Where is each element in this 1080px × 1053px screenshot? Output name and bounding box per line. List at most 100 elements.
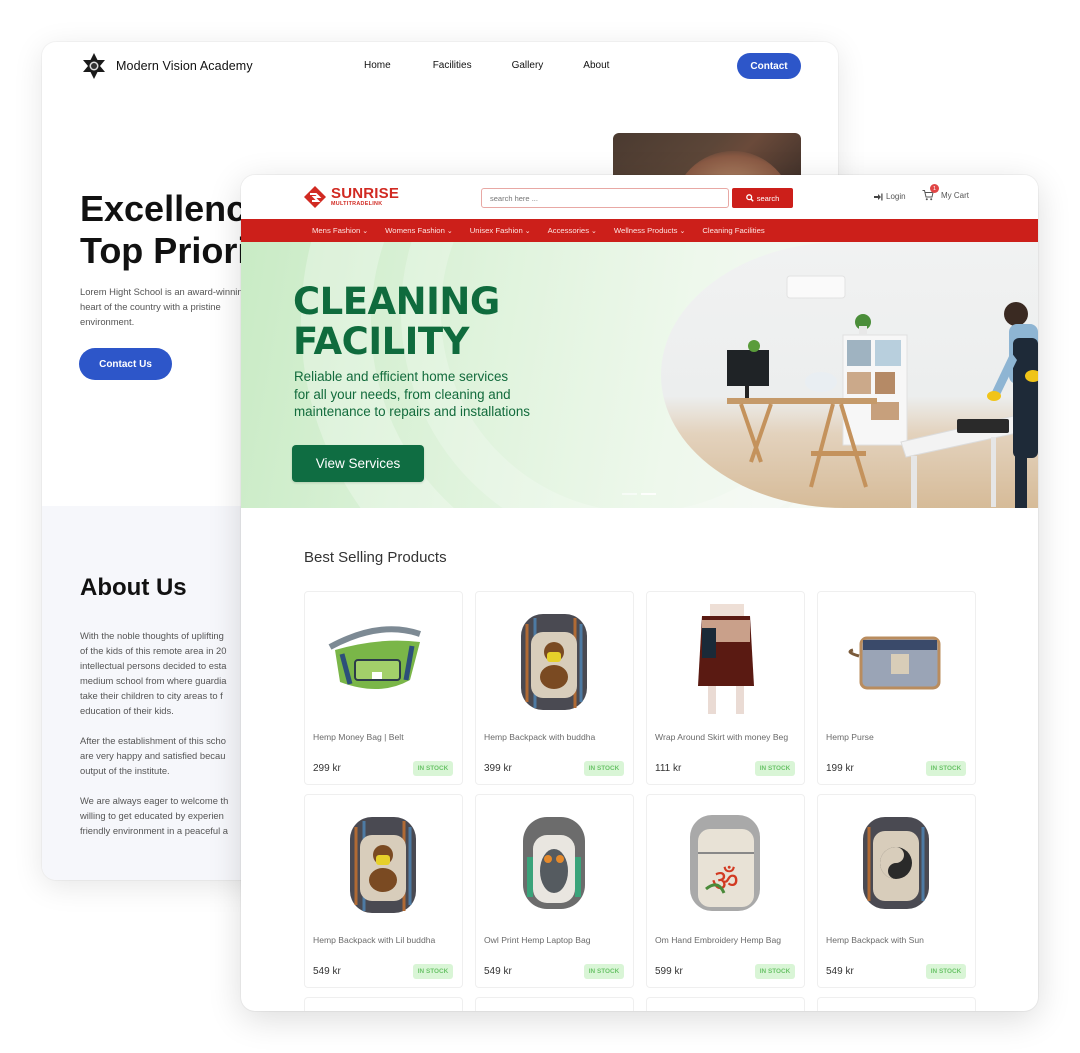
category-cleaning-facilities[interactable]: Cleaning Facilities (702, 226, 764, 235)
chevron-down-icon: ⌄ (446, 227, 453, 235)
about-line: We are always eager to welcome th (80, 795, 229, 806)
product-image-om-backpack[interactable]: ॐ (662, 805, 789, 920)
about-line: output of the institute. (80, 765, 170, 776)
category-unisex-fashion[interactable]: Unisex Fashion ⌄ (470, 226, 531, 235)
about-paragraph-3: We are always eager to welcome th willin… (80, 793, 228, 838)
carousel-indicators (622, 493, 656, 495)
stock-badge: IN STOCK (413, 761, 453, 776)
brand-name: SUNRISE (331, 185, 400, 202)
star-crest-icon (83, 53, 105, 79)
banner-title-line: CLEANING (293, 280, 500, 323)
stock-badge: IN STOCK (584, 761, 624, 776)
sunrise-logo[interactable]: SUNRISE MULTITRADELINK (303, 185, 399, 209)
shop-header: SUNRISE MULTITRADELINK search Login (241, 175, 1038, 219)
about-line: willing to get educated by experien (80, 810, 224, 821)
product-name[interactable]: Wrap Around Skirt with money Beg (655, 732, 800, 743)
about-line: intellectual persons decided to esta (80, 660, 227, 671)
school-menu: Home Facilities Gallery About (364, 60, 609, 71)
banner-subtitle-line: maintenance to repairs and installations (294, 404, 530, 419)
product-name[interactable]: Hemp Purse (826, 732, 971, 743)
sunrise-logo-icon (304, 186, 326, 208)
chevron-down-icon: ⌄ (591, 227, 597, 235)
cart-link[interactable]: 1 My Cart (922, 184, 969, 201)
product-card[interactable]: Hemp Backpack with Lil buddha 549 kr IN ST… (304, 794, 463, 988)
product-image-owl-backpack[interactable] (491, 805, 618, 920)
nav-about[interactable]: About (583, 60, 609, 71)
product-price: 549 kr (826, 966, 854, 977)
stock-badge: IN STOCK (755, 964, 795, 979)
about-paragraph-1: With the noble thoughts of uplifting of … (80, 628, 226, 718)
product-name[interactable]: Om Hand Embroidery Hemp Bag (655, 935, 800, 946)
nav-facilities[interactable]: Facilities (433, 60, 472, 71)
product-name[interactable]: Hemp Backpack with Lil buddha (313, 935, 458, 946)
login-link[interactable]: Login (874, 192, 906, 201)
carousel-dot[interactable] (622, 493, 637, 495)
category-label: Accessories (547, 226, 590, 235)
product-image-purse[interactable] (833, 602, 960, 717)
stock-badge: IN STOCK (926, 964, 966, 979)
stock-badge: IN STOCK (755, 761, 795, 776)
product-price: 599 kr (655, 966, 683, 977)
product-name[interactable]: Hemp Backpack with Sun (826, 935, 971, 946)
banner-photo-cleaning-office (661, 242, 1038, 508)
carousel-dot-active[interactable] (641, 493, 656, 495)
category-nav: Mens Fashion ⌄ Womens Fashion ⌄ Unisex Fashi… (241, 219, 1038, 242)
product-card-partial[interactable] (304, 997, 463, 1011)
contact-us-button[interactable]: Contact Us (79, 348, 172, 380)
product-card-partial[interactable] (646, 997, 805, 1011)
product-image-buddha-backpack[interactable] (320, 805, 447, 920)
banner-subtitle-line: Reliable and efficient home services (294, 369, 509, 384)
about-line: take their children to city areas to f (80, 690, 223, 701)
nav-gallery[interactable]: Gallery (512, 60, 544, 71)
about-line: are very happy and satisfied becau (80, 750, 226, 761)
contact-button[interactable]: Contact (737, 53, 801, 79)
category-mens-fashion[interactable]: Mens Fashion ⌄ (312, 226, 368, 235)
product-price: 299 kr (313, 763, 341, 774)
search-button[interactable]: search (732, 188, 793, 208)
category-label: Womens Fashion (385, 226, 445, 235)
product-image-buddha-backpack[interactable] (491, 602, 618, 717)
product-card-partial[interactable] (475, 997, 634, 1011)
product-card[interactable]: Hemp Backpack with buddha 399 kr IN STOCK (475, 591, 634, 785)
stock-badge: IN STOCK (413, 964, 453, 979)
nav-home[interactable]: Home (364, 60, 391, 71)
cart-count-badge: 1 (930, 184, 939, 193)
product-image-belt-bag[interactable] (320, 602, 447, 717)
view-services-button[interactable]: View Services (292, 445, 424, 482)
product-card[interactable]: ॐ Om Hand Embroidery Hemp Bag 599 kr IN STO… (646, 794, 805, 988)
category-accessories[interactable]: Accessories ⌄ (548, 226, 597, 235)
product-price: 399 kr (484, 763, 512, 774)
cleaning-scene-illustration (727, 275, 1038, 508)
search-input[interactable] (481, 188, 729, 208)
school-navbar: Modern Vision Academy Home Facilities Ga… (42, 42, 838, 92)
product-image-sun-backpack[interactable] (833, 805, 960, 920)
hero-banner: CLEANING FACILITY Reliable and efficient… (241, 242, 1038, 508)
about-paragraph-2: After the establishment of this scho are… (80, 733, 226, 778)
search-button-label: search (756, 193, 780, 203)
product-name[interactable]: Hemp Money Bag | Belt (313, 732, 458, 743)
chevron-down-icon: ⌄ (362, 227, 369, 235)
banner-subtitle: Reliable and efficient home services for… (294, 368, 530, 421)
product-price: 549 kr (484, 966, 512, 977)
product-name[interactable]: Owl Print Hemp Laptop Bag (484, 935, 629, 946)
product-card[interactable]: Hemp Backpack with Sun 549 kr IN STOCK (817, 794, 976, 988)
product-card[interactable]: Wrap Around Skirt with money Beg 111 kr IN… (646, 591, 805, 785)
stock-badge: IN STOCK (584, 964, 624, 979)
product-name[interactable]: Hemp Backpack with buddha (484, 732, 629, 743)
product-card[interactable]: Owl Print Hemp Laptop Bag 549 kr IN STOCK (475, 794, 634, 988)
banner-title: CLEANING FACILITY (293, 282, 500, 362)
category-womens-fashion[interactable]: Womens Fashion ⌄ (385, 226, 453, 235)
product-image-skirt[interactable] (662, 602, 789, 717)
about-line: With the noble thoughts of uplifting (80, 630, 224, 641)
product-card[interactable]: Hemp Money Bag | Belt 299 kr IN STOCK (304, 591, 463, 785)
login-label: Login (886, 192, 906, 201)
school-logo[interactable]: Modern Vision Academy (80, 52, 253, 80)
stock-badge: IN STOCK (926, 761, 966, 776)
product-card-partial[interactable] (817, 997, 976, 1011)
category-wellness-products[interactable]: Wellness Products ⌄ (614, 226, 685, 235)
shop-website-window: SUNRISE MULTITRADELINK search Login (241, 175, 1038, 1011)
product-price: 111 kr (655, 763, 682, 774)
banner-title-line: FACILITY (293, 320, 469, 363)
product-card[interactable]: Hemp Purse 199 kr IN STOCK (817, 591, 976, 785)
category-label: Unisex Fashion (469, 226, 523, 235)
